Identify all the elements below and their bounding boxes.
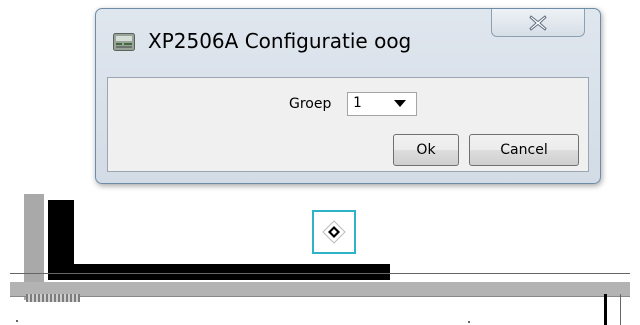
dialog-body: Groep 1 Ok Cancel	[107, 77, 589, 172]
groep-selected-value: 1	[353, 95, 362, 111]
marker-dot	[16, 320, 18, 322]
close-x-icon	[529, 14, 547, 31]
groep-dropdown[interactable]: 1	[347, 92, 417, 116]
chevron-down-icon	[394, 100, 406, 107]
eye-widget[interactable]	[312, 210, 356, 254]
dialog-title: XP2506A Configuratie oog	[148, 29, 412, 53]
right-black-post	[604, 294, 607, 325]
horizontal-line	[10, 273, 630, 274]
groep-label: Groep	[289, 96, 332, 112]
black-column	[48, 200, 74, 280]
floor-line	[10, 296, 630, 297]
dialog-titlebar[interactable]: XP2506A Configuratie oog	[96, 9, 600, 77]
close-button[interactable]	[491, 9, 585, 37]
grey-floor-band	[10, 282, 630, 296]
black-beam	[74, 264, 390, 280]
marker-dot	[468, 321, 470, 323]
eye-diamond-icon	[322, 220, 346, 244]
hatched-block	[26, 294, 80, 302]
right-thin-post	[620, 294, 621, 325]
ok-button[interactable]: Ok	[393, 134, 459, 166]
cancel-button[interactable]: Cancel	[469, 134, 579, 166]
configuration-dialog: XP2506A Configuratie oog Groep 1 Ok Canc…	[95, 8, 601, 184]
configuration-card-icon	[113, 33, 135, 51]
